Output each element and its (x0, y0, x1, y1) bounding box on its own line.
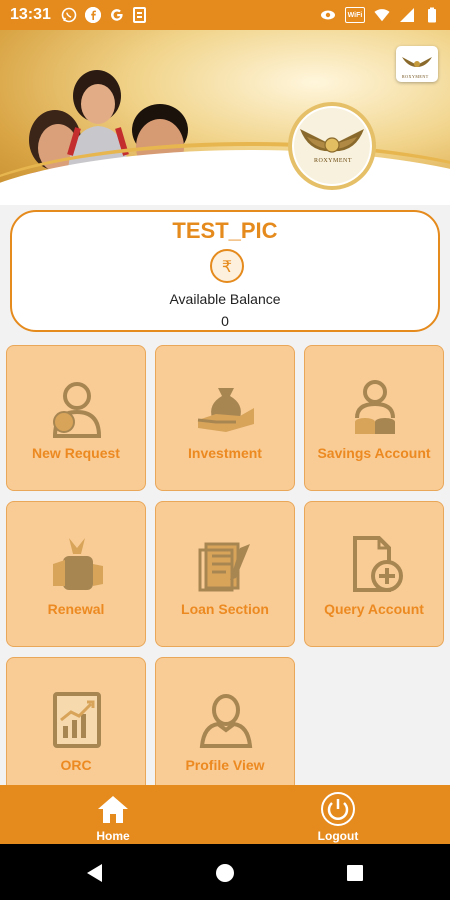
system-navigation-bar (0, 844, 450, 900)
loan-section-button[interactable]: Loan Section (155, 501, 295, 647)
promo-banner: ROXYMENT ROXYMENT (0, 30, 450, 205)
wifi-calling-label: WiFi (347, 11, 363, 19)
nav-home-label: Home (96, 829, 130, 843)
brand-emblem: ROXYMENT (288, 102, 376, 190)
orc-icon (53, 692, 101, 748)
tile-label: Loan Section (181, 601, 269, 617)
tile-label: Profile View (185, 757, 265, 773)
bottom-nav: Home Logout (0, 785, 450, 844)
tile-label: Savings Account (317, 445, 431, 461)
loan-section-icon (198, 542, 250, 592)
savings-account-icon (355, 380, 395, 434)
investment-icon (197, 388, 254, 432)
power-icon (321, 792, 355, 826)
facebook-icon (84, 7, 101, 23)
rupee-icon: ₹ (210, 249, 244, 283)
system-status-icons: WiFi (320, 7, 440, 23)
back-icon[interactable] (84, 862, 106, 884)
status-bar: 13:31 WiFi (0, 0, 450, 30)
wifi-calling-icon: WiFi (345, 7, 365, 23)
wifi-icon (374, 7, 390, 23)
nav-logout-label: Logout (317, 829, 359, 843)
brand-name: ROXYMENT (314, 158, 352, 164)
signal-icon (399, 7, 415, 23)
profile-view-icon (199, 694, 253, 748)
status-time: 13:31 (10, 6, 51, 23)
battery-icon (424, 7, 440, 23)
renewal-button[interactable]: Renewal (6, 501, 146, 647)
recents-icon[interactable] (345, 863, 365, 883)
home-icon (98, 796, 128, 823)
brand-logo-small: ROXYMENT (396, 46, 438, 82)
profile-view-button[interactable]: Profile View (155, 657, 295, 803)
tile-label: Investment (188, 445, 262, 461)
brand-name-small: ROXYMENT (402, 74, 429, 79)
balance-card: TEST_PIC ₹ Available Balance 0 (10, 210, 440, 332)
new-request-icon (52, 382, 102, 438)
google-icon (109, 7, 125, 23)
tile-label: Renewal (47, 601, 105, 617)
tile-label: ORC (60, 757, 92, 773)
wings-icon (402, 57, 432, 67)
tile-label: Query Account (324, 601, 424, 617)
query-account-icon (353, 536, 403, 592)
nav-logout[interactable]: Logout (278, 785, 398, 844)
clipboard-icon (132, 7, 146, 23)
account-name: TEST_PIC (172, 218, 278, 243)
investment-button[interactable]: Investment (155, 345, 295, 491)
new-request-button[interactable]: New Request (6, 345, 146, 491)
vpn-key-icon (320, 7, 336, 23)
renewal-icon (53, 538, 103, 590)
balance-value: 0 (221, 313, 229, 329)
nav-home[interactable]: Home (53, 785, 173, 844)
tile-label: New Request (32, 445, 120, 461)
whatsapp-icon (61, 7, 77, 23)
savings-account-button[interactable]: Savings Account (304, 345, 444, 491)
orc-button[interactable]: ORC (6, 657, 146, 803)
home-button-icon[interactable] (214, 862, 236, 884)
notification-icons (61, 7, 146, 23)
query-account-button[interactable]: Query Account (304, 501, 444, 647)
balance-label: Available Balance (169, 291, 281, 307)
